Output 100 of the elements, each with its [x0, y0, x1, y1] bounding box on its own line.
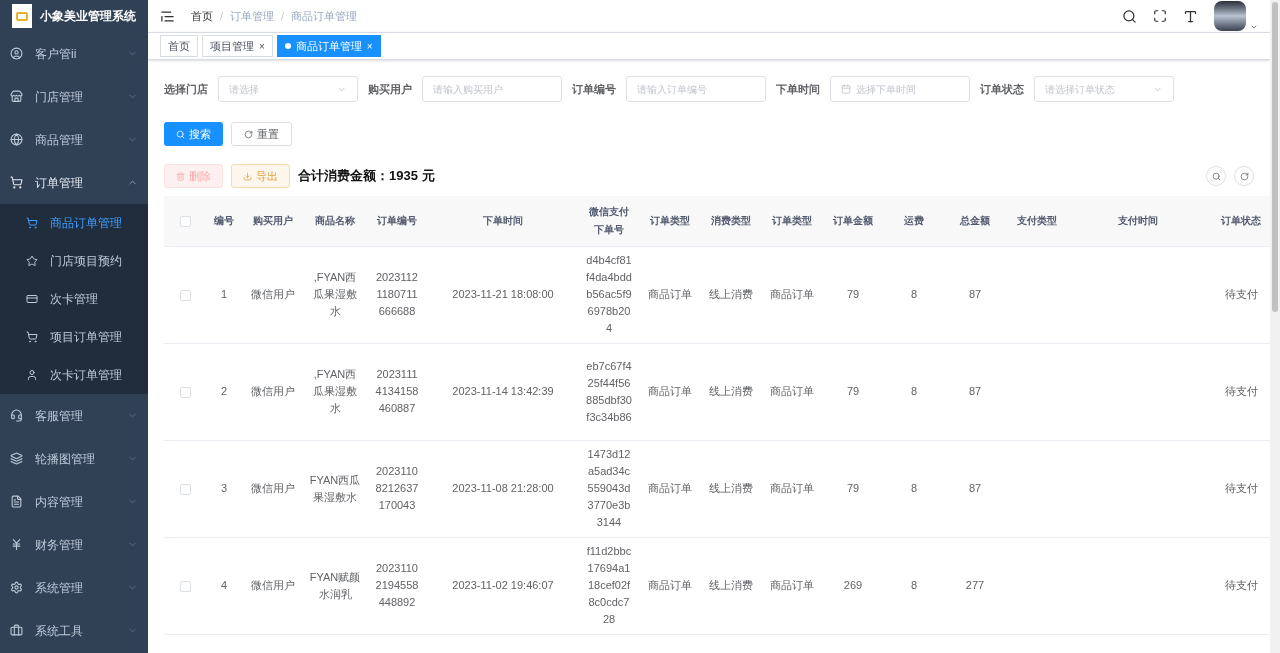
table-cell-text: d4b4cf81f4da4bddb56ac5f96978b204	[586, 253, 632, 336]
cart-icon	[10, 176, 23, 189]
submenu-item[interactable]: 次卡订单管理	[0, 356, 148, 394]
search-icon	[1211, 171, 1221, 181]
sidebar-item[interactable]: 系统管理	[0, 566, 148, 609]
row-checkbox[interactable]	[179, 386, 191, 398]
table-cell: 87	[968, 385, 982, 397]
table-cell: 微信用户	[251, 579, 295, 591]
table-cell: 待支付	[1224, 288, 1258, 300]
search-icon	[176, 129, 185, 139]
headset-icon	[10, 409, 23, 422]
table-cell: 79	[846, 288, 860, 300]
menu-icon[interactable]	[160, 8, 175, 24]
table-cell: 微信用户	[251, 385, 295, 397]
font-size-icon[interactable]	[1183, 8, 1198, 24]
refresh-icon	[1239, 171, 1249, 181]
column-header: 订单类型	[650, 214, 690, 226]
sidebar-item[interactable]: 内容管理	[0, 480, 148, 523]
table-cell: 商品订单	[770, 579, 814, 591]
star-icon	[26, 255, 38, 267]
breadcrumb-item: 商品订单管理	[291, 8, 358, 24]
page-tab[interactable]: 项目管理 ×	[202, 35, 273, 57]
table-cell: 线上消费	[709, 288, 753, 300]
fullscreen-icon[interactable]	[1153, 9, 1167, 23]
sidebar-item[interactable]: 客服管理	[0, 394, 148, 437]
table-cell-text: ,FYAN西瓜果湿敷水	[312, 367, 358, 416]
calendar-icon	[841, 84, 851, 94]
filter-label: 下单时间	[776, 81, 820, 97]
table-cell-text: ,FYAN西瓜果湿敷水	[312, 270, 358, 319]
reset-button[interactable]: 重置	[231, 122, 292, 146]
table-cell: 4	[220, 579, 228, 591]
table-cell: 商品订单	[770, 385, 814, 397]
filter-label: 订单编号	[572, 81, 616, 97]
layers-icon	[10, 452, 23, 465]
table-cell: 2023-11-02 19:46:07	[452, 579, 554, 591]
table-cell: 待支付	[1224, 385, 1258, 397]
table-cell: 待支付	[1224, 579, 1258, 591]
sidebar-item[interactable]: 门店管理	[0, 75, 148, 118]
table-cell: 87	[968, 482, 982, 494]
table-cell: 2023-11-14 13:42:39	[452, 385, 554, 397]
sidebar-item[interactable]: 订单管理	[0, 161, 148, 204]
tab-close[interactable]: ×	[259, 38, 265, 54]
column-header: 微信支付下单号	[588, 204, 630, 237]
logo-icon	[12, 4, 32, 28]
table-cell-text: 20231114134158460887	[374, 367, 420, 416]
breadcrumb-separator: /	[220, 8, 224, 24]
table-cell: 8	[910, 579, 918, 591]
total-amount: 合计消费金额：1935 元	[298, 167, 435, 186]
column-header: 总金额	[960, 214, 990, 226]
table-cell: 8	[910, 288, 918, 300]
table-cell: 商品订单	[648, 288, 692, 300]
user-circle-icon	[10, 47, 23, 60]
table-cell: 1	[220, 288, 228, 300]
sidebar-item[interactable]: 客户管ii	[0, 32, 148, 75]
row-checkbox[interactable]	[179, 289, 191, 301]
select-all-checkbox[interactable]	[179, 216, 191, 228]
trash-icon	[176, 171, 185, 181]
cart-icon	[26, 217, 38, 229]
submenu-item[interactable]: 项目订单管理	[0, 318, 148, 356]
table-cell: 269	[843, 579, 863, 591]
column-header: 支付时间	[1118, 214, 1158, 226]
table-cell: 8	[910, 482, 918, 494]
page-tab[interactable]: 首页	[160, 35, 198, 57]
sidebar-item[interactable]: 商品管理	[0, 118, 148, 161]
breadcrumb-item[interactable]: 首页	[191, 7, 213, 25]
sidebar-item[interactable]: 轮播图管理	[0, 437, 148, 480]
table-cell: 微信用户	[251, 288, 295, 300]
table-cell-text: f11d2bbc17694a118cef02f8c0cdc728	[586, 544, 632, 627]
row-checkbox[interactable]	[179, 580, 191, 592]
table-cell-text: 20231121180711666688	[375, 270, 419, 319]
search-icon[interactable]	[1122, 8, 1137, 24]
column-header: 订单状态	[1221, 214, 1261, 226]
yen-icon	[10, 538, 23, 551]
column-header: 支付类型	[1017, 214, 1057, 226]
cart-icon	[26, 331, 38, 343]
toolbox-icon	[10, 624, 23, 637]
table-cell-text: 1473d12a5ad34c559043d3770e3b3144	[586, 447, 632, 530]
submenu-item[interactable]: 门店项目预约	[0, 242, 148, 280]
table-cell: 线上消费	[709, 579, 753, 591]
column-header: 下单时间	[483, 214, 523, 226]
table-cell-text: FYAN西瓜果湿敷水	[309, 472, 361, 505]
submenu-item[interactable]: 次卡管理	[0, 280, 148, 318]
download-icon	[243, 171, 252, 181]
app-title: 小象美业管理系统	[40, 8, 136, 25]
table-cell: 商品订单	[770, 482, 814, 494]
avatar[interactable]	[1214, 1, 1246, 31]
filter-label: 订单状态	[980, 81, 1024, 97]
table-cell-text: eb7c67f425f44f56885dbf30f3c34b86	[586, 358, 632, 425]
gear-icon	[10, 581, 23, 594]
caret-icon[interactable]	[1250, 23, 1258, 31]
row-checkbox[interactable]	[179, 483, 191, 495]
table-cell: 3	[220, 482, 228, 494]
column-header: 订单编号	[377, 214, 417, 226]
column-header: 运费	[904, 214, 924, 226]
submenu-item[interactable]: 商品订单管理	[0, 204, 148, 242]
sidebar-item[interactable]: 系统工具	[0, 609, 148, 652]
table-cell: 微信用户	[251, 482, 295, 494]
sidebar-item[interactable]: 财务管理	[0, 523, 148, 566]
table-cell-text: 20231108212637170043	[374, 464, 420, 513]
scrollbar[interactable]	[1270, 0, 1280, 653]
